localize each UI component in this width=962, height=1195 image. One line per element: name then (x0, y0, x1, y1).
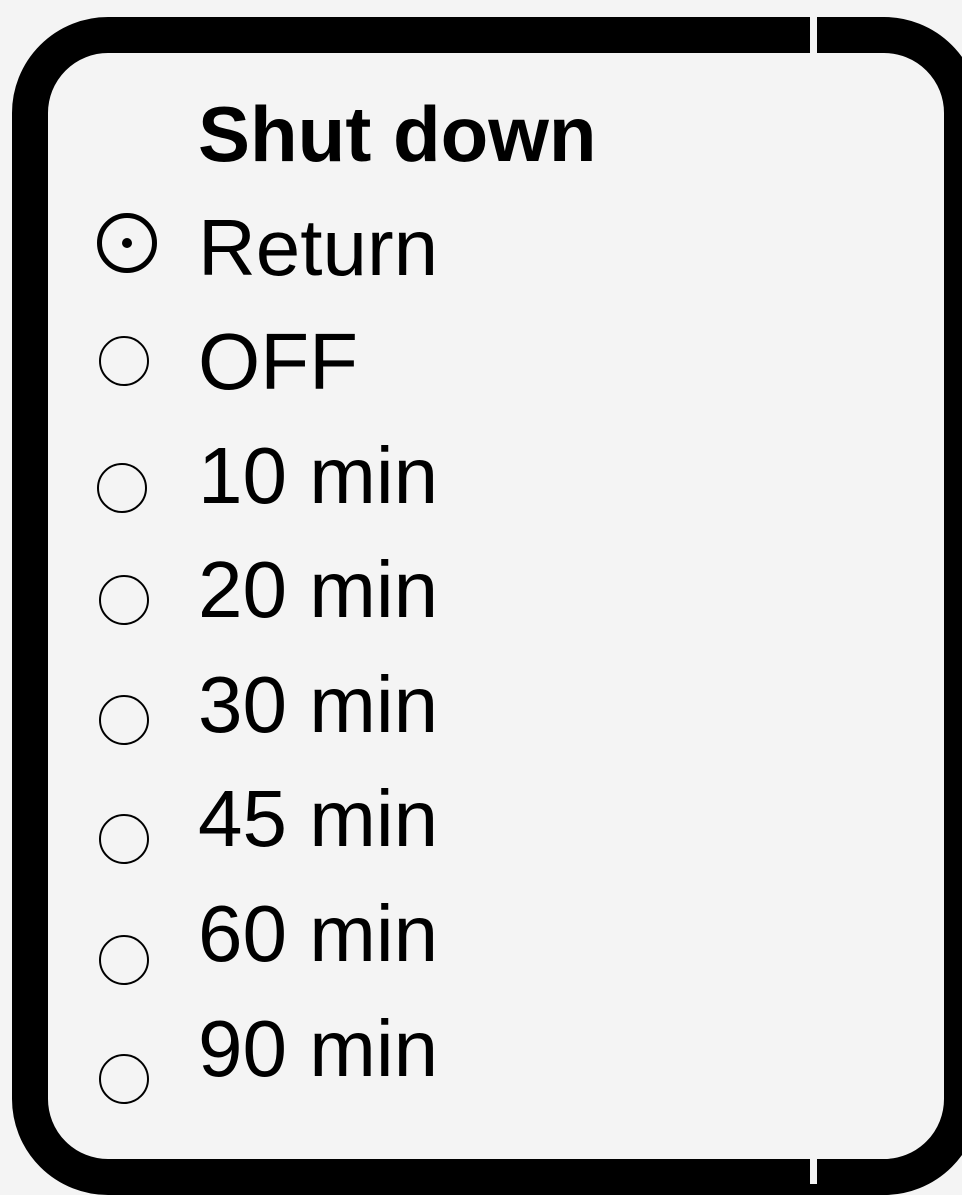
option-off[interactable]: OFF (0, 308, 900, 418)
option-label: Return (198, 203, 439, 292)
option-20-min[interactable]: 20 min (0, 535, 900, 645)
option-label: 45 min (198, 774, 439, 863)
radio-unselected-icon[interactable] (99, 1054, 149, 1104)
frame-divider-bottom (810, 1159, 817, 1184)
option-10-min[interactable]: 10 min (0, 420, 900, 530)
radio-unselected-icon[interactable] (99, 814, 149, 864)
radio-selected-icon[interactable] (97, 213, 157, 273)
option-30-min[interactable]: 30 min (0, 650, 900, 760)
radio-unselected-icon[interactable] (99, 935, 149, 985)
option-label: 90 min (198, 1004, 439, 1093)
option-label: OFF (198, 317, 358, 406)
option-label: 60 min (198, 889, 439, 978)
option-60-min[interactable]: 60 min (0, 880, 900, 990)
option-label: 30 min (198, 660, 439, 749)
option-label: 20 min (198, 545, 439, 634)
dialog-title: Shut down (198, 90, 597, 178)
option-45-min[interactable]: 45 min (0, 765, 900, 875)
option-label: 10 min (198, 431, 439, 520)
option-return[interactable]: Return (0, 196, 900, 306)
frame-divider-top (810, 17, 817, 53)
radio-unselected-icon[interactable] (97, 463, 147, 513)
radio-unselected-icon[interactable] (99, 695, 149, 745)
option-90-min[interactable]: 90 min (0, 995, 900, 1105)
radio-unselected-icon[interactable] (99, 575, 149, 625)
radio-unselected-icon[interactable] (99, 336, 149, 386)
